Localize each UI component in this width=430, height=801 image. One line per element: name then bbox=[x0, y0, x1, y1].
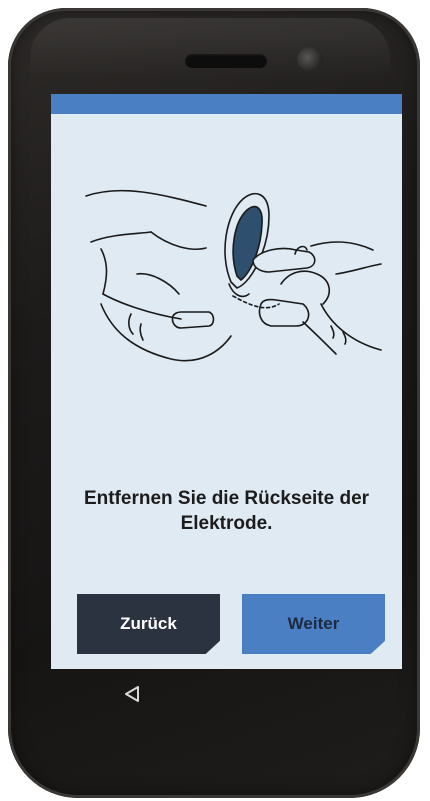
bezel-highlight bbox=[30, 18, 390, 78]
earpiece-speaker bbox=[185, 54, 267, 68]
next-button[interactable]: Weiter bbox=[242, 594, 385, 654]
device-screen: Entfernen Sie die Rückseite der Elektrod… bbox=[51, 94, 402, 669]
peel-electrode-backing-icon bbox=[85, 189, 382, 362]
triangle-back-icon[interactable] bbox=[123, 685, 141, 703]
status-bar bbox=[51, 94, 402, 114]
instruction-text: Entfernen Sie die Rückseite der Elektrod… bbox=[83, 488, 370, 534]
navigation-bar bbox=[51, 669, 402, 717]
front-camera bbox=[297, 47, 323, 73]
back-button[interactable]: Zurück bbox=[77, 594, 220, 654]
